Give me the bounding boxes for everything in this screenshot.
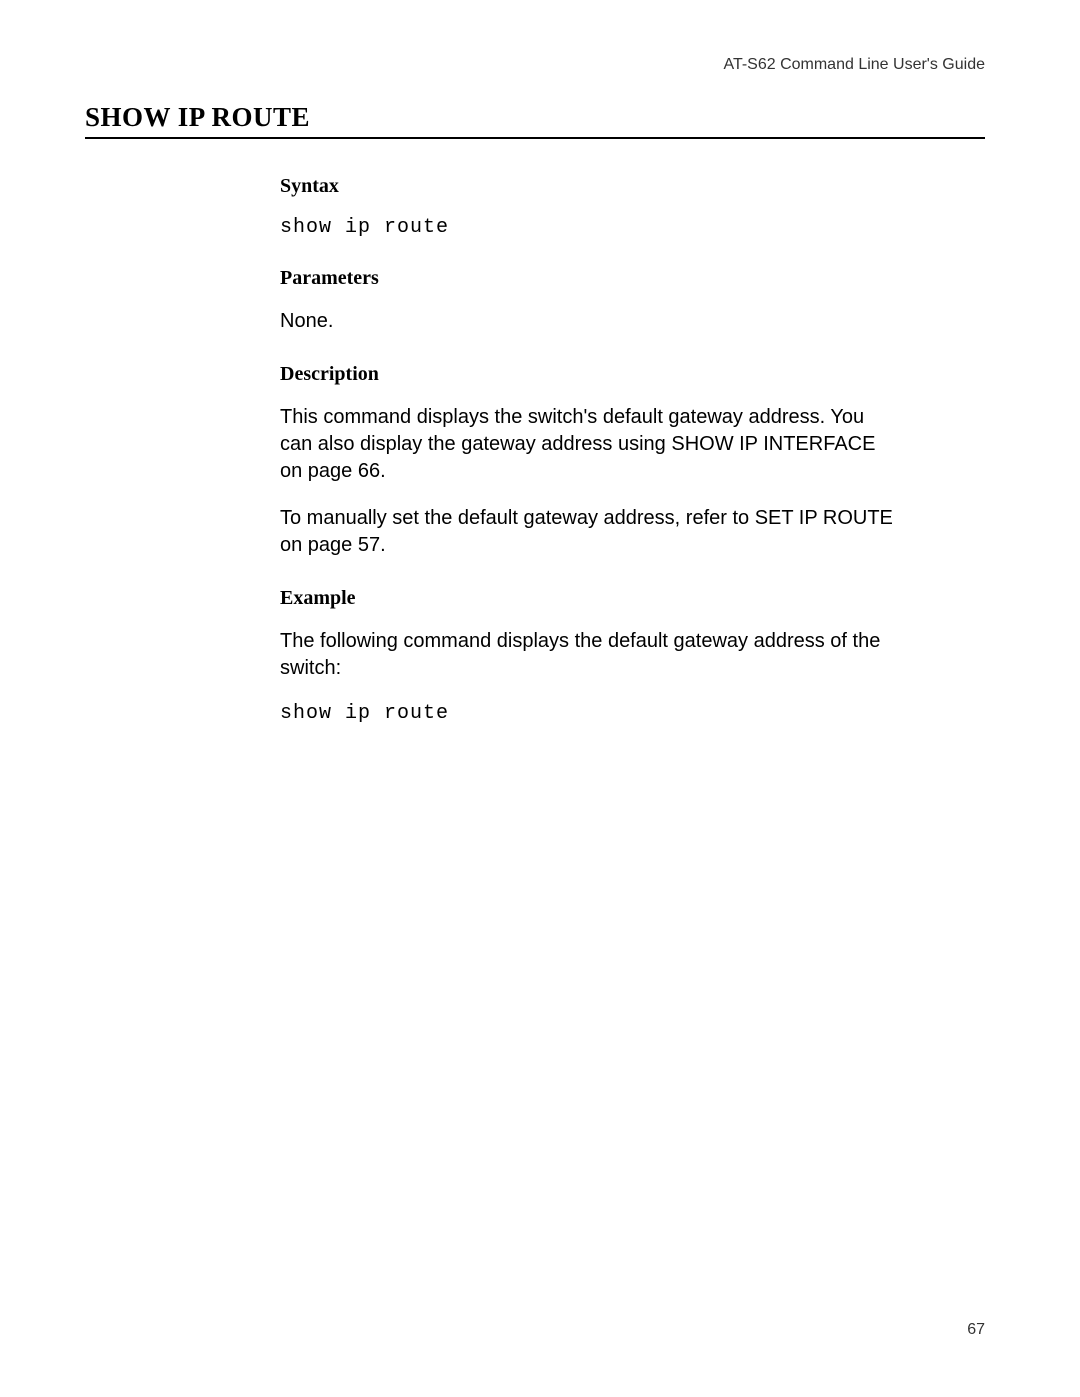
example-heading: Example [280, 587, 900, 610]
example-intro: The following command displays the defau… [280, 628, 900, 682]
syntax-command: show ip route [280, 216, 900, 239]
example-command: show ip route [280, 702, 900, 725]
content-area: Syntax show ip route Parameters None. De… [280, 175, 900, 725]
page-title: SHOW IP ROUTE [85, 102, 985, 139]
description-heading: Description [280, 363, 900, 386]
syntax-heading: Syntax [280, 175, 900, 198]
document-header: AT-S62 Command Line User's Guide [85, 56, 985, 74]
parameters-text: None. [280, 308, 900, 335]
parameters-heading: Parameters [280, 267, 900, 290]
description-para1: This command displays the switch's defau… [280, 404, 900, 485]
description-para2: To manually set the default gateway addr… [280, 505, 900, 559]
page-number: 67 [967, 1321, 985, 1339]
